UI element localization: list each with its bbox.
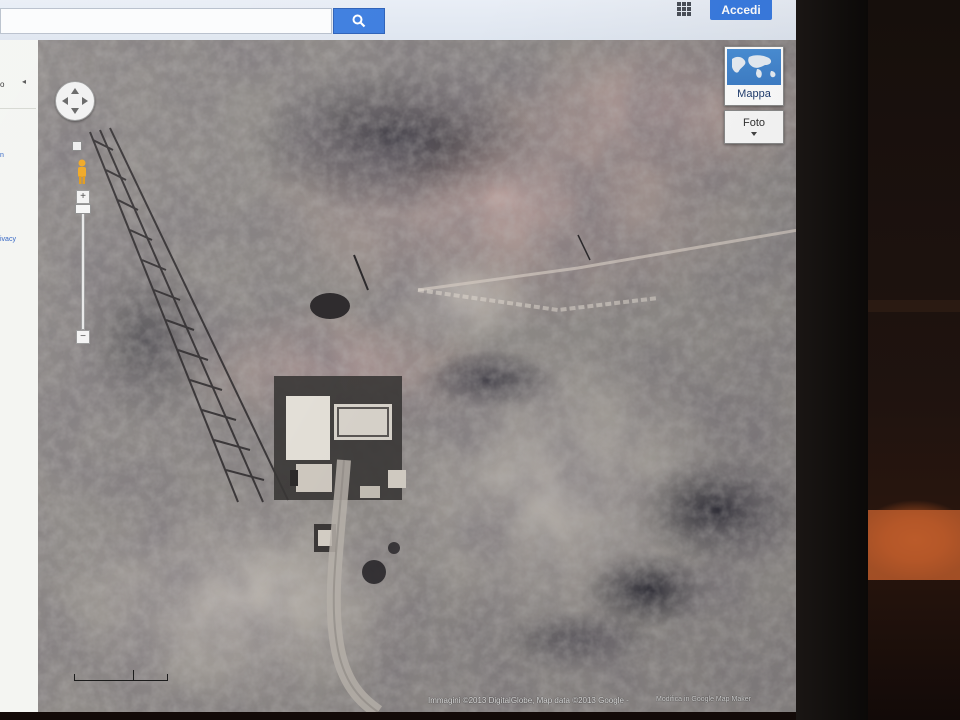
satellite-map[interactable]: + − Mappa Foto Immagini ©2013 DigitalGlo… bbox=[38, 40, 796, 712]
top-bar: Accedi bbox=[0, 0, 796, 41]
apps-grid-icon[interactable] bbox=[677, 2, 691, 16]
map-type-map-button[interactable]: Mappa bbox=[724, 46, 784, 106]
street-view-button[interactable] bbox=[72, 158, 92, 186]
room-lamp-glow bbox=[868, 510, 960, 580]
chevron-down-icon bbox=[751, 132, 757, 136]
browser-screen: Accedi o ◂ n ivacy + − Mappa Foto Immagi… bbox=[0, 0, 796, 712]
monitor-bezel bbox=[796, 0, 868, 720]
left-panel-label: o bbox=[0, 80, 5, 89]
satellite-imagery bbox=[38, 40, 796, 712]
world-map-thumbnail-icon bbox=[727, 49, 781, 85]
pegman-icon bbox=[78, 159, 86, 184]
search-button[interactable] bbox=[333, 8, 385, 34]
search-icon bbox=[352, 14, 366, 28]
zoom-out-button[interactable]: − bbox=[76, 330, 90, 344]
map-attribution: Immagini ©2013 DigitalGlobe, Map data ©2… bbox=[428, 696, 629, 705]
zoom-slider-track[interactable] bbox=[81, 204, 85, 330]
reset-view-button[interactable] bbox=[72, 141, 82, 151]
map-maker-link[interactable]: Modifica in Google Map Maker bbox=[656, 696, 751, 703]
signin-button[interactable]: Accedi bbox=[710, 0, 772, 20]
pan-control[interactable] bbox=[55, 81, 95, 121]
zoom-in-button[interactable]: + bbox=[76, 190, 90, 204]
map-type-photo-label: Foto bbox=[742, 117, 765, 129]
room-shelf bbox=[868, 300, 960, 312]
left-panel-link[interactable]: ivacy bbox=[0, 236, 16, 243]
map-type-photo-button[interactable]: Foto bbox=[724, 110, 784, 144]
pan-arrows-icon bbox=[62, 88, 88, 114]
map-type-map-label: Mappa bbox=[737, 88, 771, 100]
left-panel: o ◂ n ivacy bbox=[0, 40, 39, 712]
zoom-slider-handle[interactable] bbox=[75, 204, 91, 214]
left-panel-divider bbox=[0, 108, 36, 109]
collapse-panel-icon[interactable]: ◂ bbox=[22, 77, 26, 86]
search-input[interactable] bbox=[0, 8, 332, 34]
left-panel-link[interactable]: n bbox=[0, 152, 4, 159]
map-scale-bar bbox=[74, 670, 168, 681]
